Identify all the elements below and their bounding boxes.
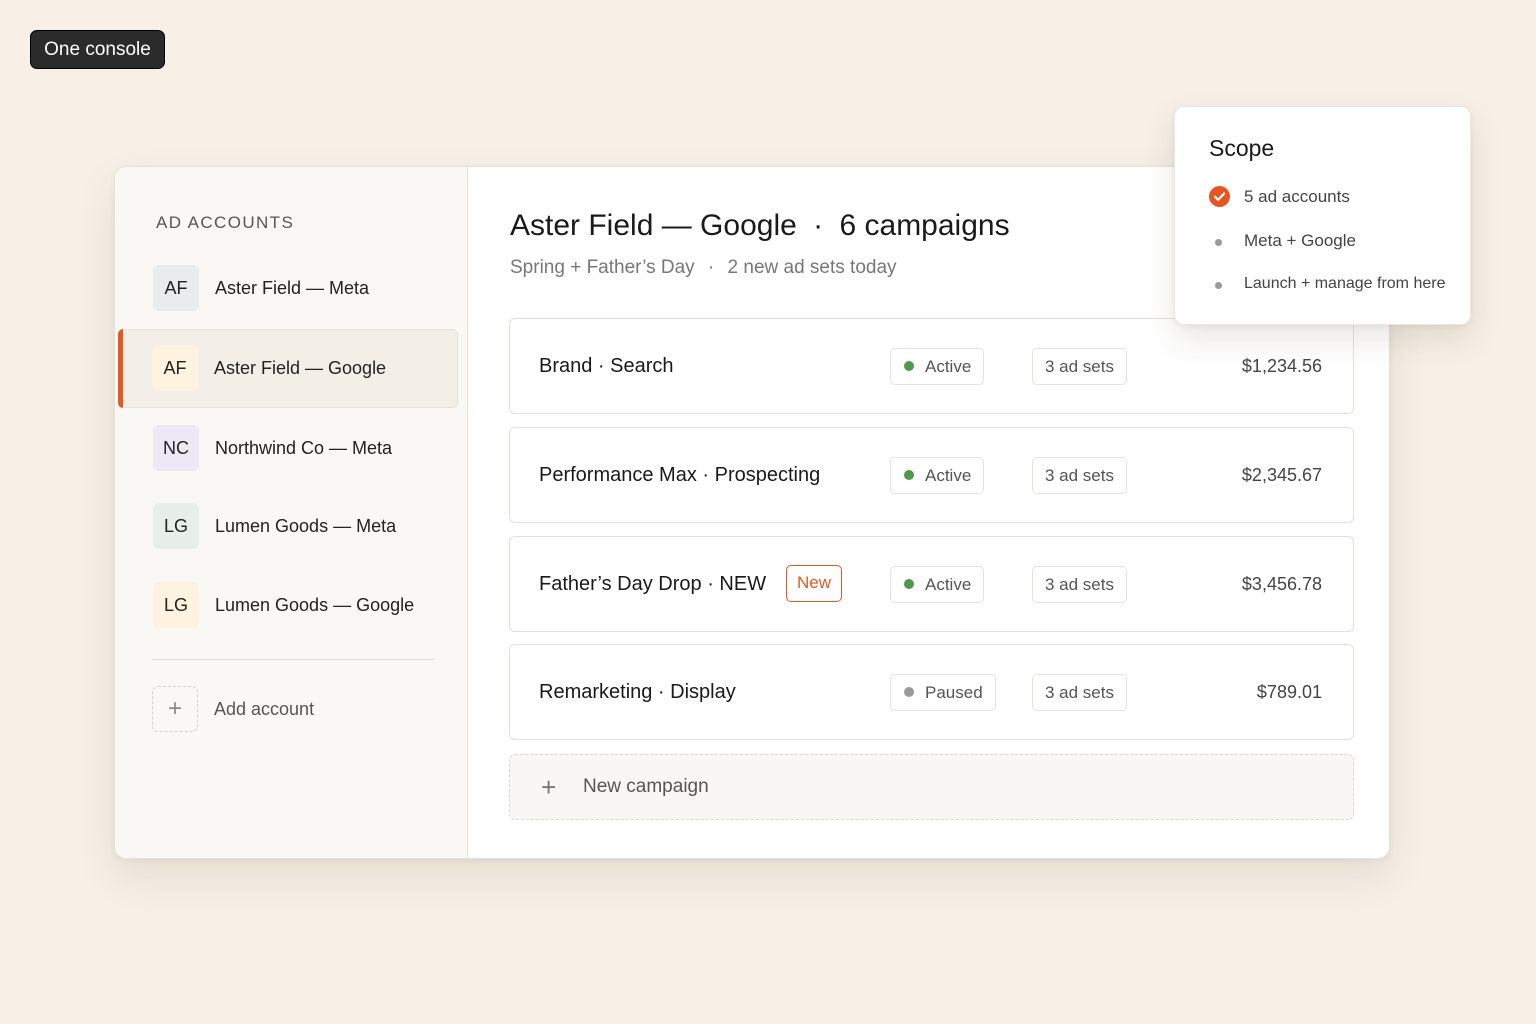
plus-icon: + [541, 772, 557, 802]
avatar: AF [153, 265, 199, 311]
campaign-spend: $789.01 [1256, 682, 1322, 702]
avatar: LG [153, 582, 199, 628]
page-title: Aster Field — Google · 6 campaigns [510, 209, 1010, 243]
avatar: LG [153, 503, 199, 549]
sidebar-item-lumen-goods-google[interactable]: LG Lumen Goods — Google [118, 566, 458, 645]
campaign-row[interactable]: Brand · Search Active 3 ad sets $1,234.5… [509, 318, 1354, 414]
scope-item-text: Launch + manage from here [1244, 275, 1446, 292]
status-dot-icon [904, 470, 914, 480]
status-label: Active [925, 466, 972, 485]
status-label: Active [925, 575, 972, 594]
add-account-button[interactable]: + [152, 686, 198, 732]
page-title-account: Aster Field — Google [510, 209, 797, 242]
scope-item-text: Meta + Google [1244, 231, 1356, 250]
status-label: Paused [925, 683, 983, 702]
avatar: NC [153, 425, 199, 471]
product-tag: One console [30, 30, 165, 69]
sidebar-item-aster-field-google[interactable]: AF Aster Field — Google [118, 329, 458, 408]
campaign-spend: $2,345.67 [1241, 465, 1322, 485]
status-badge: Active [890, 566, 985, 603]
sidebar-item-label: Aster Field — Google [214, 358, 387, 378]
avatar: AF [152, 345, 198, 391]
campaign-row[interactable]: Father’s Day Drop · NEW New Active 3 ad … [509, 536, 1354, 632]
status-dot-icon [904, 687, 914, 697]
ad-sets-badge[interactable]: 3 ad sets [1032, 348, 1127, 385]
sidebar-item-label: Lumen Goods — Meta [215, 516, 397, 536]
ad-sets-badge[interactable]: 3 ad sets [1032, 457, 1127, 494]
sidebar-item-label: Aster Field — Meta [215, 278, 370, 298]
status-badge: Paused [890, 674, 996, 711]
scope-card: Scope 5 ad accounts Meta + Google Launch… [1174, 106, 1471, 325]
page-title-count: 6 campaigns [839, 209, 1010, 242]
status-dot-icon [904, 361, 914, 371]
new-campaign-button[interactable]: + New campaign [509, 754, 1354, 820]
campaign-name: Remarketing · Display [539, 681, 736, 703]
sidebar-item-aster-field-meta[interactable]: AF Aster Field — Meta [118, 249, 458, 328]
bullet-icon [1215, 239, 1222, 246]
sidebar-item-northwind-co-meta[interactable]: NC Northwind Co — Meta [118, 409, 458, 488]
ad-sets-badge[interactable]: 3 ad sets [1032, 674, 1127, 711]
campaign-name: Father’s Day Drop · NEW [539, 573, 767, 595]
sidebar-heading: AD ACCOUNTS [156, 213, 295, 232]
sidebar: AD ACCOUNTS AF Aster Field — Meta AF Ast… [115, 167, 468, 858]
ad-sets-badge[interactable]: 3 ad sets [1032, 566, 1127, 603]
subtitle-separator: · [707, 257, 715, 278]
sidebar-item-label: Northwind Co — Meta [215, 438, 393, 458]
sidebar-item-lumen-goods-meta[interactable]: LG Lumen Goods — Meta [118, 487, 458, 566]
subtitle-new-ad-sets: 2 new ad sets today [727, 257, 897, 278]
title-separator: · [813, 209, 824, 242]
campaign-row[interactable]: Performance Max · Prospecting Active 3 a… [509, 427, 1354, 523]
subtitle-season: Spring + Father’s Day [510, 257, 695, 278]
sidebar-divider [152, 659, 434, 660]
check-circle-icon [1209, 186, 1230, 207]
status-dot-icon [904, 579, 914, 589]
campaign-row[interactable]: Remarketing · Display Paused 3 ad sets $… [509, 644, 1354, 740]
plus-icon: + [167, 695, 182, 722]
status-badge: Active [890, 457, 985, 494]
bullet-icon [1215, 282, 1222, 289]
campaign-name: Brand · Search [539, 355, 674, 377]
campaign-spend: $3,456.78 [1241, 574, 1322, 594]
new-badge: New [786, 565, 843, 602]
scope-title: Scope [1209, 135, 1275, 161]
sidebar-item-label: Lumen Goods — Google [215, 595, 415, 615]
scope-item-text: 5 ad accounts [1244, 187, 1350, 206]
new-campaign-label: New campaign [583, 776, 709, 797]
page-subtitle: Spring + Father’s Day · 2 new ad sets to… [510, 257, 897, 279]
status-badge: Active [890, 348, 985, 385]
campaign-name: Performance Max · Prospecting [539, 464, 821, 486]
campaign-spend: $1,234.56 [1241, 356, 1322, 376]
status-label: Active [925, 357, 972, 376]
add-account-label[interactable]: Add account [214, 686, 314, 732]
